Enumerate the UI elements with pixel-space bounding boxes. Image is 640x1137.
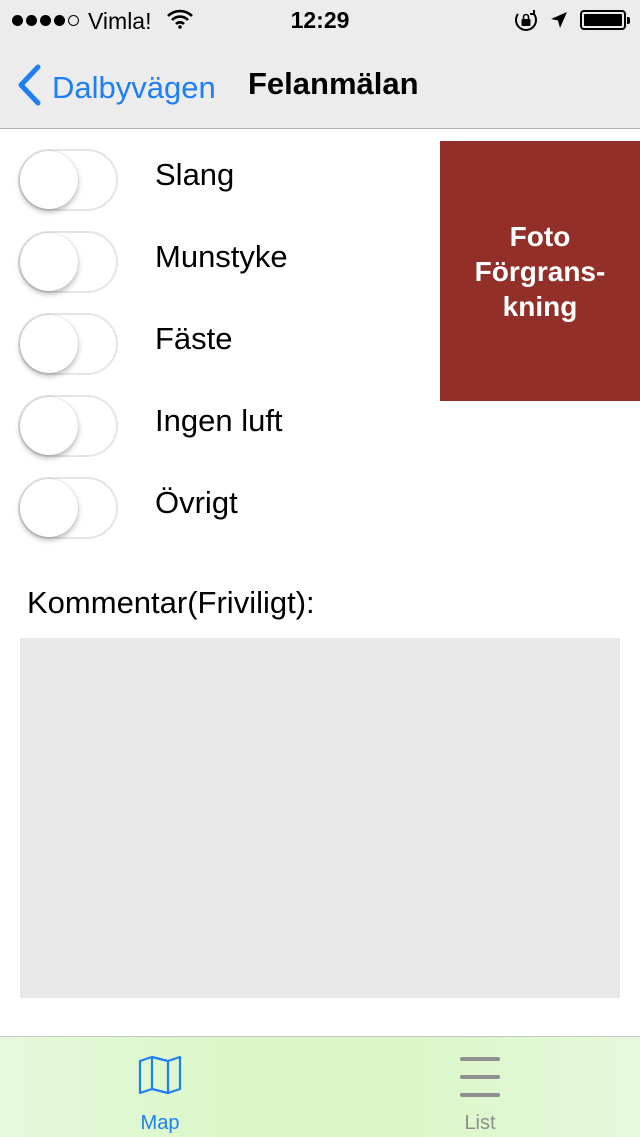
munstyke-switch[interactable] — [18, 231, 118, 293]
switch-knob — [20, 479, 78, 537]
switch-knob — [20, 233, 78, 291]
list-icon — [459, 1055, 501, 1104]
back-button-label: Dalbyvägen — [52, 69, 216, 105]
tab-map[interactable]: Map — [0, 1037, 320, 1137]
ingen-luft-label: Ingen luft — [155, 403, 283, 438]
ovrigt-switch[interactable] — [18, 477, 118, 539]
switch-knob — [20, 151, 78, 209]
ingen-luft-switch[interactable] — [18, 395, 118, 457]
tab-list[interactable]: List — [320, 1037, 640, 1137]
comment-field[interactable] — [20, 638, 620, 998]
tab-map-label: Map — [140, 1112, 180, 1134]
comment-label: Kommentar(Friviligt): — [27, 585, 315, 620]
toggle-row-ingen-luft: Ingen luft — [0, 395, 430, 475]
navigation-bar: Dalbyvägen Felanmälan — [0, 40, 640, 129]
page-title: Felanmälan — [248, 66, 419, 101]
tab-list-label: List — [464, 1112, 496, 1134]
orientation-lock-icon — [514, 9, 538, 36]
back-button[interactable]: Dalbyvägen — [16, 64, 216, 111]
tab-bar: Map List — [0, 1036, 640, 1137]
photo-prescreening-button[interactable]: Foto Förgrans- kning — [440, 141, 640, 401]
status-bar: Vimla! 12:29 — [0, 0, 640, 40]
switch-knob — [20, 315, 78, 373]
slang-switch[interactable] — [18, 149, 118, 211]
battery-icon — [580, 10, 630, 30]
map-icon — [138, 1055, 182, 1100]
switch-knob — [20, 397, 78, 455]
toggle-row-slang: Slang — [0, 149, 430, 229]
location-arrow-icon — [549, 10, 569, 35]
munstyke-label: Munstyke — [155, 239, 288, 274]
toggle-row-ovrigt: Övrigt — [0, 477, 430, 557]
toggle-row-munstyke: Munstyke — [0, 231, 430, 311]
faste-switch[interactable] — [18, 313, 118, 375]
faste-label: Fäste — [155, 321, 233, 356]
chevron-left-icon — [16, 64, 42, 111]
ovrigt-label: Övrigt — [155, 485, 238, 520]
slang-label: Slang — [155, 157, 235, 192]
toggle-row-faste: Fäste — [0, 313, 430, 393]
clock: 12:29 — [290, 7, 350, 33]
